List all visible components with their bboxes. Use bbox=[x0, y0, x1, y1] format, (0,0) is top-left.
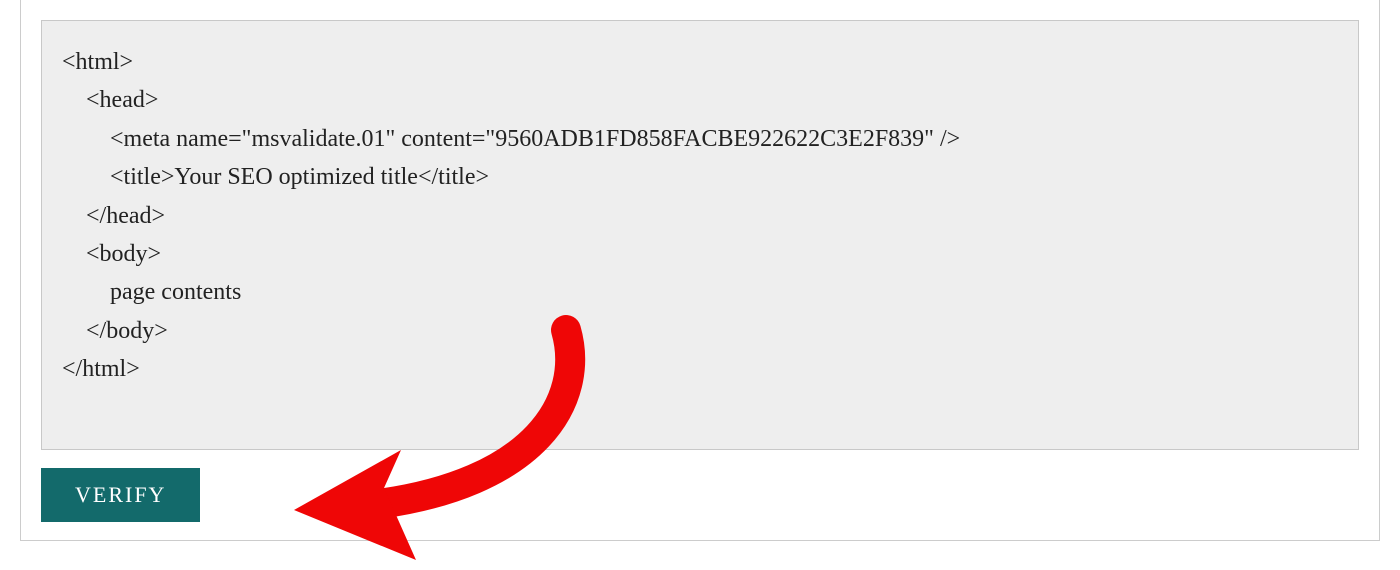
verify-button[interactable]: VERIFY bbox=[41, 468, 200, 522]
code-line: </body> bbox=[62, 318, 168, 344]
code-line: <meta name="msvalidate.01" content="9560… bbox=[62, 126, 960, 152]
code-line: </html> bbox=[62, 356, 140, 382]
code-line: <html> bbox=[62, 49, 133, 75]
code-line: <title>Your SEO optimized title</title> bbox=[62, 164, 489, 190]
verification-panel: <html> <head> <meta name="msvalidate.01"… bbox=[20, 0, 1380, 541]
code-snippet-box: <html> <head> <meta name="msvalidate.01"… bbox=[41, 20, 1359, 450]
code-line: <body> bbox=[62, 241, 161, 267]
code-line: </head> bbox=[62, 203, 165, 229]
code-line: <head> bbox=[62, 87, 158, 113]
code-line: page contents bbox=[62, 279, 241, 305]
